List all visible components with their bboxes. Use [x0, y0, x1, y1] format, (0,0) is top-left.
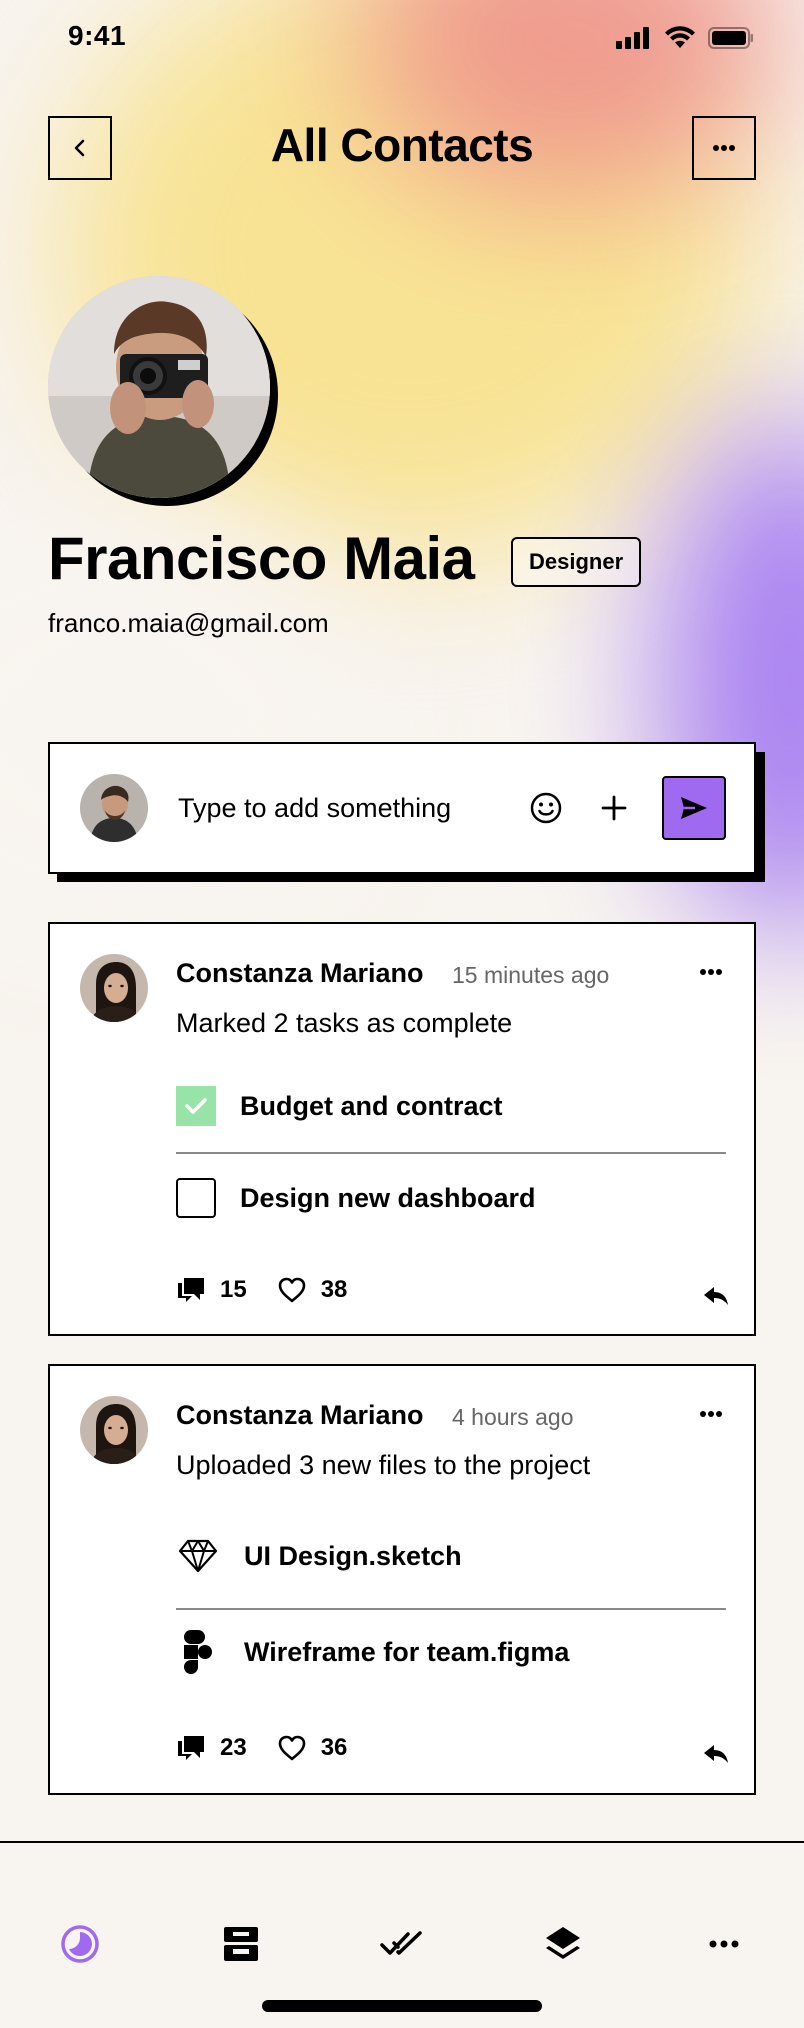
card-menu-button[interactable]	[696, 962, 726, 982]
author-avatar[interactable]	[80, 954, 148, 1022]
nav-more[interactable]	[696, 1916, 752, 1972]
profile-avatar	[48, 276, 278, 506]
figma-icon	[176, 1628, 220, 1676]
activity-description: Uploaded 3 new files to the project	[176, 1450, 591, 1480]
nav-activity[interactable]	[52, 1916, 108, 1972]
send-button[interactable]	[662, 776, 726, 840]
like-button[interactable]: 36	[277, 1734, 348, 1762]
file-item[interactable]: UI Design.sketch	[176, 1532, 462, 1580]
inbox-icon	[224, 1927, 258, 1961]
more-horizontal-icon	[713, 145, 735, 151]
task-item[interactable]: Design new dashboard	[176, 1178, 536, 1218]
reply-button[interactable]	[694, 1732, 738, 1776]
divider	[176, 1152, 726, 1154]
heart-icon	[278, 1735, 306, 1761]
page-title: All Contacts	[270, 119, 534, 171]
comment-count: 23	[220, 1734, 247, 1761]
author-name[interactable]: Constanza Mariano	[176, 958, 424, 989]
card-stats: 23 36	[176, 1734, 347, 1762]
heart-icon	[278, 1277, 306, 1303]
checkbox-unchecked[interactable]	[176, 1178, 216, 1218]
author-name[interactable]: Constanza Mariano	[176, 1400, 424, 1431]
like-count: 38	[320, 1276, 348, 1303]
comments-button[interactable]: 15	[176, 1276, 247, 1304]
file-item[interactable]: Wireframe for team.figma	[176, 1628, 569, 1676]
sketch-icon	[176, 1532, 220, 1580]
card-menu-button[interactable]	[696, 1404, 726, 1424]
like-count: 36	[320, 1734, 348, 1761]
activity-description: Marked 2 tasks as complete	[176, 1008, 513, 1038]
emoji-icon	[530, 792, 562, 824]
nav-tasks[interactable]	[374, 1916, 430, 1972]
activity-icon	[61, 1925, 99, 1963]
timestamp: 15 minutes ago	[452, 962, 610, 988]
emoji-button[interactable]	[524, 786, 568, 830]
file-name: Wireframe for team.figma	[244, 1636, 570, 1667]
battery-icon	[708, 27, 753, 49]
activity-card: Constanza Mariano 15 minutes ago Marked …	[48, 922, 756, 1336]
add-attachment-button[interactable]	[592, 786, 636, 830]
task-item[interactable]: Budget and contract	[176, 1086, 503, 1126]
profile-email[interactable]: franco.maia@gmail.com	[48, 608, 329, 639]
nav-layers[interactable]	[535, 1916, 591, 1972]
like-button[interactable]: 38	[277, 1276, 348, 1304]
reply-icon	[704, 1287, 728, 1305]
task-label: Budget and contract	[240, 1090, 503, 1121]
divider	[176, 1608, 726, 1610]
wifi-icon	[665, 26, 695, 48]
status-time: 9:41	[68, 20, 127, 51]
composer-input[interactable]	[178, 792, 498, 824]
comment-icon	[178, 1278, 204, 1302]
author-avatar[interactable]	[80, 1396, 148, 1464]
comment-icon	[178, 1736, 204, 1760]
bottom-nav	[0, 1843, 804, 2028]
more-icon	[709, 1940, 739, 1948]
file-name: UI Design.sketch	[244, 1540, 462, 1571]
profile-photo	[48, 276, 270, 498]
card-stats: 15 38	[176, 1276, 347, 1304]
signal-icon	[616, 27, 649, 49]
comments-button[interactable]: 23	[176, 1734, 247, 1762]
layers-icon	[546, 1927, 580, 1959]
reply-button[interactable]	[694, 1274, 738, 1318]
role-badge: Designer	[511, 537, 642, 587]
home-indicator	[262, 2000, 542, 2012]
done-all-icon	[380, 1931, 422, 1955]
composer-avatar	[80, 774, 148, 842]
check-icon	[185, 1098, 207, 1114]
more-options-button[interactable]	[692, 116, 756, 180]
status-icons	[616, 26, 754, 50]
comment-count: 15	[220, 1276, 247, 1303]
activity-card: Constanza Mariano 4 hours ago Uploaded 3…	[48, 1364, 756, 1795]
more-horizontal-icon	[700, 1411, 722, 1417]
task-label: Design new dashboard	[240, 1182, 536, 1213]
timestamp: 4 hours ago	[452, 1404, 574, 1430]
profile-name: Francisco Maia	[48, 525, 475, 592]
checkbox-checked[interactable]	[176, 1086, 216, 1126]
send-icon	[681, 797, 707, 819]
composer	[48, 742, 756, 874]
more-horizontal-icon	[700, 969, 722, 975]
reply-icon	[704, 1745, 728, 1763]
nav-inbox[interactable]	[213, 1916, 269, 1972]
plus-icon	[601, 795, 627, 821]
